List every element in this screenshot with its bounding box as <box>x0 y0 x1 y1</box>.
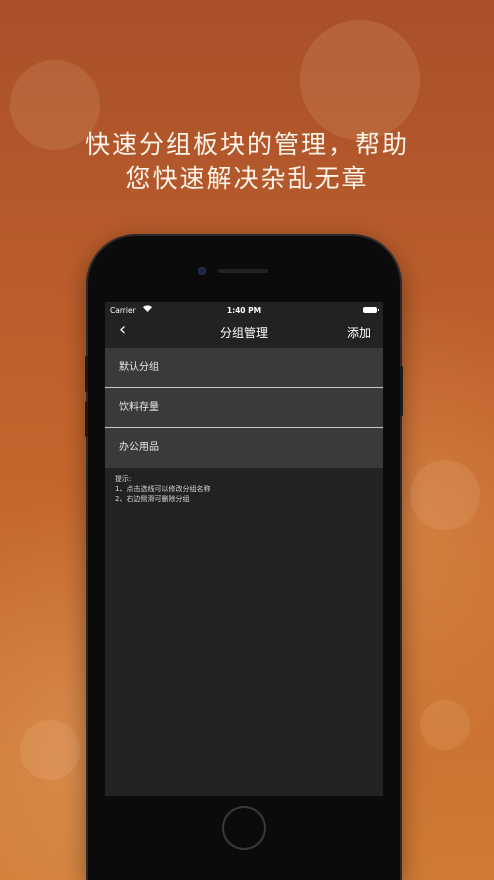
headline-line-1: 快速分组板块的管理，帮助 <box>84 130 409 159</box>
tips-line-1: 1、点击选线可以修改分组名称 <box>115 485 211 493</box>
background-bokeh <box>410 460 480 530</box>
phone-mockup: Carrier 1:40 PM ‹ 分组管理 添加 默认分组 饮料存量 办公用品… <box>85 236 403 880</box>
status-time: 1:40 PM <box>226 306 262 315</box>
group-item-default[interactable]: 默认分组 <box>105 348 383 388</box>
home-button[interactable] <box>222 806 266 850</box>
tips-title: 提示: <box>115 475 132 483</box>
page-title: 分组管理 <box>219 326 268 340</box>
tips-section: 提示: 1、点击选线可以修改分组名称 2、右边侧滑可删除分组 <box>115 474 210 504</box>
background-bokeh <box>300 20 420 140</box>
phone-screen: Carrier 1:40 PM ‹ 分组管理 添加 默认分组 饮料存量 办公用品… <box>105 302 383 796</box>
navigation-bar: ‹ 分组管理 添加 <box>105 318 383 346</box>
background-bokeh <box>420 700 470 750</box>
group-list: 默认分组 饮料存量 办公用品 <box>105 348 383 468</box>
front-camera <box>198 267 206 275</box>
headline-line-2: 您快速解决杂乱无章 <box>125 164 369 193</box>
phone-volume-button <box>85 401 88 437</box>
phone-volume-button <box>85 356 88 392</box>
group-item-office-supplies[interactable]: 办公用品 <box>105 428 383 468</box>
group-item-beverage-stock[interactable]: 饮料存量 <box>105 388 383 428</box>
phone-power-button <box>400 366 403 416</box>
add-group-button[interactable]: 添加 <box>347 324 371 341</box>
background-bokeh <box>20 720 80 780</box>
tips-line-2: 2、右边侧滑可删除分组 <box>115 495 190 503</box>
earpiece-speaker <box>218 269 268 273</box>
promo-headline: 快速分组板块的管理，帮助 您快速解决杂乱无章 <box>0 128 494 196</box>
status-bar: Carrier 1:40 PM <box>105 302 383 318</box>
battery-icon <box>363 307 379 313</box>
